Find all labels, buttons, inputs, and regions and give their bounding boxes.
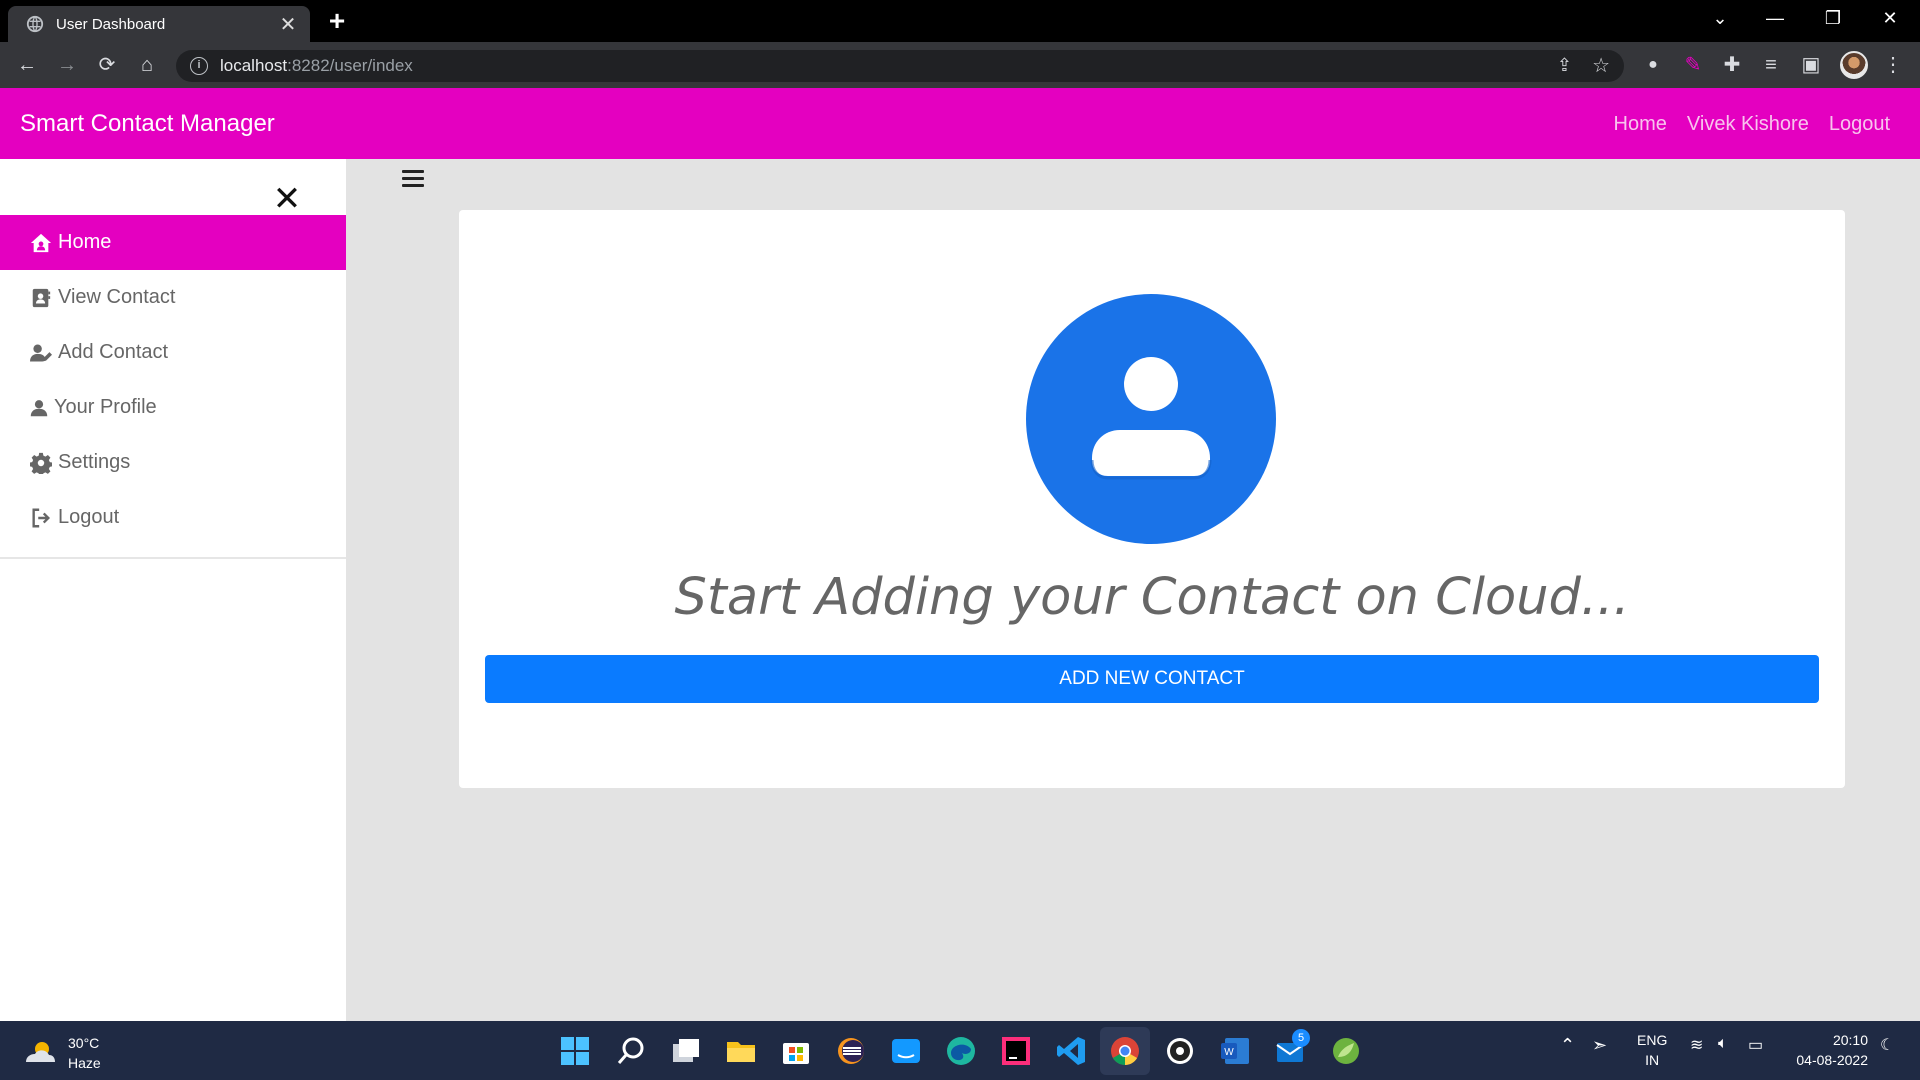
language-indicator[interactable]: ENG IN (1637, 1030, 1667, 1070)
sidebar-item-home[interactable]: Home (0, 215, 346, 270)
page-headline: Start Adding your Contact on Cloud... (674, 568, 1630, 627)
welcome-card: Start Adding your Contact on Cloud... AD… (459, 210, 1845, 788)
minimize-icon[interactable]: — (1755, 6, 1795, 30)
sidebar-item-label: Settings (58, 451, 131, 473)
obs-icon[interactable] (1164, 1035, 1196, 1067)
browser-tab[interactable]: User Dashboard ✕ (8, 6, 310, 42)
sidebar-item-settings[interactable]: Settings (0, 435, 346, 490)
close-window-icon[interactable]: ✕ (1870, 6, 1910, 30)
file-explorer-icon[interactable] (725, 1035, 757, 1067)
new-tab-button[interactable]: + (325, 6, 349, 36)
weather-widget[interactable]: 30°C Haze (22, 1033, 101, 1073)
more-menu-icon[interactable]: ⋮ (1880, 52, 1906, 78)
battery-icon[interactable]: ▭ (1748, 1035, 1763, 1055)
home-icon (30, 233, 52, 252)
chrome-icon[interactable] (1109, 1035, 1141, 1067)
nav-links: Home Vivek Kishore Logout (1614, 113, 1890, 136)
sidebar-divider (0, 557, 346, 559)
focus-moon-icon[interactable]: ☾ (1880, 1035, 1894, 1055)
profile-avatar[interactable] (1840, 51, 1868, 79)
language-code: ENG (1637, 1032, 1668, 1048)
sidebar-item-view-contact[interactable]: View Contact (0, 270, 346, 325)
address-book-icon (32, 288, 51, 307)
weather-haze-icon (26, 1042, 55, 1062)
add-new-contact-button[interactable]: ADD NEW CONTACT (485, 655, 1819, 703)
gear-icon (30, 452, 52, 474)
home-button-icon[interactable]: ⌂ (134, 52, 160, 78)
svg-text:W: W (1224, 1047, 1234, 1058)
user-pen-icon (30, 344, 52, 361)
share-icon[interactable]: ⇪ (1557, 55, 1572, 76)
vscode-icon[interactable] (1055, 1035, 1087, 1067)
region-code: IN (1645, 1052, 1660, 1068)
nav-link-logout[interactable]: Logout (1829, 113, 1890, 136)
address-bar[interactable]: i localhost:8282/user/index ⇪ ☆ (176, 50, 1624, 82)
media-queue-icon[interactable]: ≡ (1758, 52, 1784, 78)
location-icon: ➣ (1592, 1035, 1608, 1055)
sidebar-item-label: Home (58, 231, 112, 253)
url-path: :8282/user/index (287, 56, 413, 75)
intellij-icon[interactable] (1000, 1035, 1032, 1067)
sidebar-item-label: Add Contact (58, 341, 169, 363)
search-icon[interactable] (615, 1035, 647, 1067)
side-panel-icon[interactable]: ▣ (1798, 52, 1824, 78)
menu-toggle-icon[interactable] (402, 170, 424, 188)
sidebar-item-label: Logout (58, 506, 120, 528)
globe-icon (26, 15, 44, 33)
nav-link-home[interactable]: Home (1614, 113, 1667, 136)
sidebar: ✕ Home View Contact Add Contact Your Pro… (0, 159, 346, 1021)
sidebar-item-logout[interactable]: Logout (0, 490, 346, 545)
user-icon (30, 399, 48, 416)
word-icon[interactable]: W (1219, 1035, 1251, 1067)
clock-time: 20:10 (1832, 1032, 1868, 1048)
sidebar-item-your-profile[interactable]: Your Profile (0, 380, 346, 435)
nav-link-username[interactable]: Vivek Kishore (1687, 113, 1809, 136)
system-clock[interactable]: 20:10 04-08-2022 (1796, 1030, 1868, 1070)
windows-start-icon[interactable] (559, 1035, 591, 1067)
os-taskbar: 30°C Haze W 5 ⌃ ➣ ENG IN ≋ 🔈︎ ▭ 20:10 04… (0, 1021, 1920, 1080)
mail-badge: 5 (1292, 1029, 1310, 1047)
microsoft-store-icon[interactable] (780, 1035, 812, 1067)
browser-tab-strip: User Dashboard ✕ + ⌄ — ❐ ✕ (0, 0, 1920, 42)
sidebar-item-add-contact[interactable]: Add Contact (0, 325, 346, 380)
task-view-icon[interactable] (670, 1035, 702, 1067)
bookmark-star-icon[interactable]: ☆ (1592, 53, 1610, 78)
tab-search-icon[interactable]: ⌄ (1700, 6, 1740, 30)
back-icon[interactable]: ← (14, 52, 40, 78)
site-info-icon[interactable]: i (190, 57, 208, 75)
show-hidden-icons[interactable]: ⌃ (1560, 1035, 1575, 1056)
wifi-icon[interactable]: ≋ (1690, 1035, 1703, 1055)
app-navbar: Smart Contact Manager Home Vivek Kishore… (0, 88, 1920, 159)
weather-description: Haze (68, 1055, 101, 1071)
prime-video-icon[interactable] (890, 1035, 922, 1067)
browser-toolbar: ← → ⟳ ⌂ i localhost:8282/user/index ⇪ ☆ … (0, 42, 1920, 88)
puzzle-icon[interactable]: ✚ (1719, 52, 1745, 78)
sign-out-icon (32, 508, 51, 527)
contacts-logo-icon (1026, 294, 1276, 544)
sidebar-item-label: View Contact (58, 286, 176, 308)
edge-browser-icon[interactable] (945, 1035, 977, 1067)
url-host: localhost (220, 56, 288, 75)
close-tab-icon[interactable]: ✕ (278, 12, 298, 37)
tab-title: User Dashboard (56, 15, 166, 33)
spring-tools-icon[interactable] (1330, 1035, 1362, 1067)
eclipse-icon[interactable] (835, 1035, 867, 1067)
restore-icon[interactable]: ❐ (1813, 6, 1853, 30)
reload-icon[interactable]: ⟳ (94, 52, 120, 78)
extension-icon[interactable]: ● (1640, 52, 1666, 78)
forward-icon[interactable]: → (54, 52, 80, 78)
brand-title[interactable]: Smart Contact Manager (20, 110, 275, 138)
clock-date: 04-08-2022 (1796, 1052, 1868, 1068)
weather-temperature: 30°C (68, 1035, 100, 1051)
close-sidebar-icon[interactable]: ✕ (272, 182, 302, 216)
sidebar-item-label: Your Profile (54, 396, 157, 418)
pen-extension-icon[interactable]: ✎ (1680, 52, 1706, 78)
volume-icon[interactable]: 🔈︎ (1718, 1035, 1728, 1053)
